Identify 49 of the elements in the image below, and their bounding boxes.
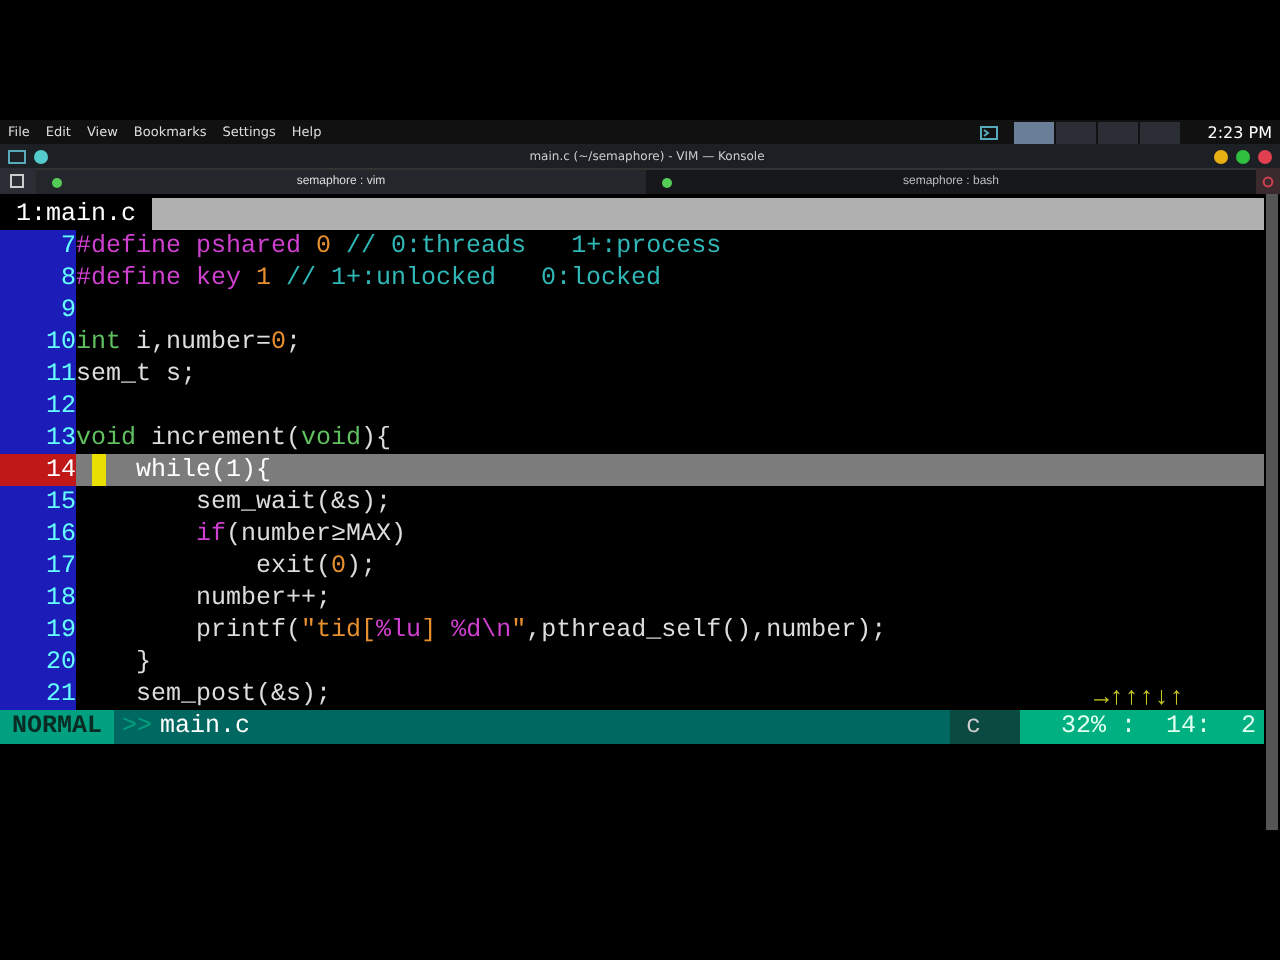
cursor-position: 32% : 14: 2 [1020,710,1264,744]
code-line: int i,number=0; [76,326,302,358]
line-number: 15 [0,486,76,518]
file-name: main.c [160,710,251,744]
code-line: void increment(void){ [76,422,392,454]
cursor [91,454,106,486]
line-number: 14 [0,454,76,486]
code-line: exit(0); [254,550,377,582]
code-line: while(1){ [76,454,272,486]
code-line: number++; [194,582,332,614]
line-number: 13 [0,422,76,454]
line-number: 12 [0,390,76,422]
line-number: 18 [0,582,76,614]
clock: 2:23 PM [1207,123,1272,141]
line-number: 21 [0,678,76,710]
close-icon [1262,175,1274,187]
code-line: sem_post(&s); [134,678,332,710]
code-line: if(number≥MAX) [194,518,407,550]
buffer-tab[interactable]: 1:main.c [0,198,153,230]
line-number: 11 [0,358,76,390]
terminal-icon [8,149,26,163]
minimize-button[interactable] [1214,149,1228,163]
new-tab-button[interactable] [0,168,36,194]
line-number: 9 [0,294,76,326]
separator: >> [120,710,155,744]
line-number: 19 [0,614,76,646]
line-number: 7 [0,230,76,262]
scrollbar[interactable] [1266,194,1278,830]
mode-indicator: NORMAL [0,710,115,744]
maximize-button[interactable] [1236,149,1250,163]
code-line: } [134,646,152,678]
close-tab-button[interactable] [1256,168,1280,194]
line-number: 8 [0,262,76,294]
file-type: c [949,710,1021,744]
line-number: 17 [0,550,76,582]
code-line: #define key 1 // 1+:unlocked 0:locked [76,262,662,294]
close-button[interactable] [1258,149,1272,163]
line-number: 20 [0,646,76,678]
command-line: →↑↑↑↓↑ [1093,682,1184,714]
code-line: #define pshared 0 // 0:threads 1+:process [76,230,722,262]
line-number: 16 [0,518,76,550]
new-tab-icon [9,174,27,188]
code-line: sem_wait(&s); [194,486,392,518]
line-number: 10 [0,326,76,358]
code-line: printf("tid[%lu] %d\n",pthread_self(),number); [194,614,887,646]
code-line: sem_t s; [76,358,197,390]
taskbar-item[interactable] [1013,121,1054,143]
pin-button[interactable] [34,149,48,163]
terminal-icon[interactable] [979,125,998,139]
